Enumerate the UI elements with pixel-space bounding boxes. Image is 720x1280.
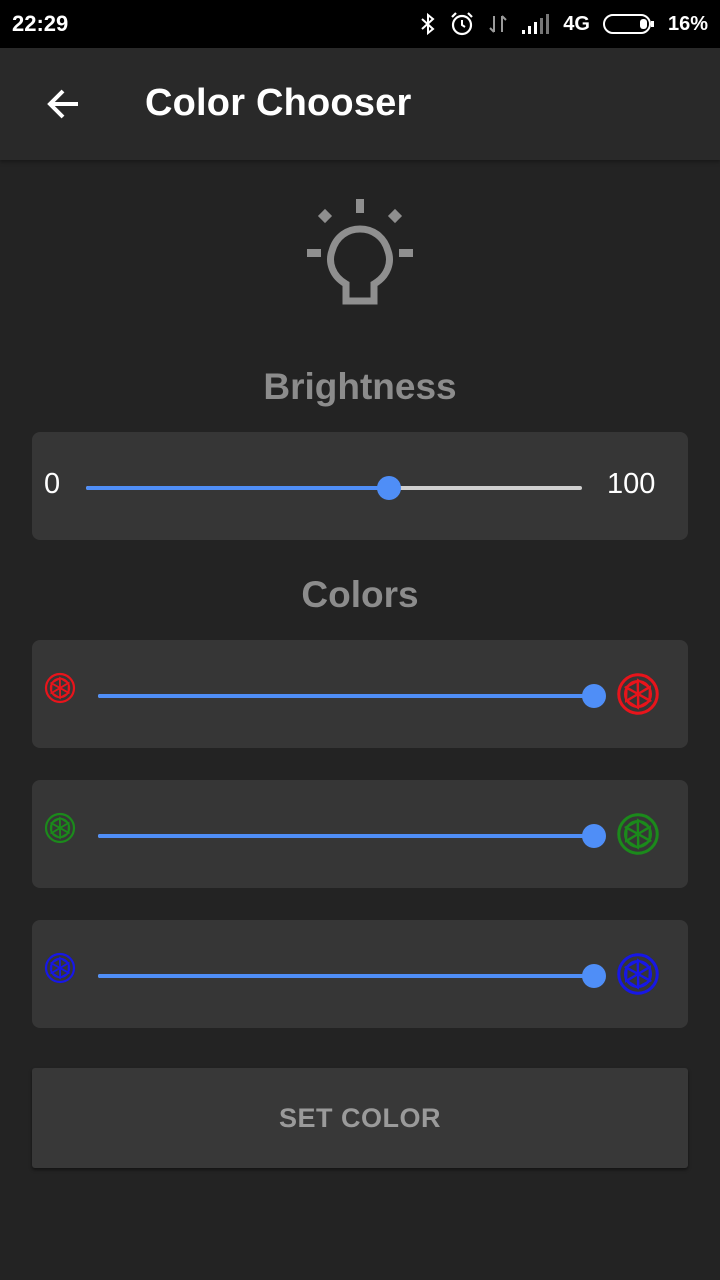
red-slider[interactable] bbox=[98, 684, 606, 708]
brightness-max-label: 100 bbox=[607, 468, 656, 500]
red-slider-thumb[interactable] bbox=[582, 684, 606, 708]
status-bar: 22:29 4G 16% bbox=[0, 0, 720, 48]
blue-slider-fill bbox=[98, 974, 594, 978]
green-slider[interactable] bbox=[98, 824, 606, 848]
status-time: 22:29 bbox=[12, 11, 69, 36]
brightness-slider-thumb[interactable] bbox=[376, 476, 401, 500]
back-button[interactable] bbox=[32, 72, 96, 136]
colors-label: Colors bbox=[301, 574, 419, 615]
status-icons: 4G 16% bbox=[419, 11, 708, 37]
battery-percent: 16% bbox=[667, 12, 708, 35]
blue-slider-card bbox=[32, 920, 688, 1028]
brightness-slider[interactable] bbox=[86, 476, 582, 500]
alarm-icon bbox=[451, 12, 474, 36]
brightness-slider-fill bbox=[86, 486, 389, 490]
green-slider-fill bbox=[98, 834, 594, 838]
set-color-button[interactable]: SET COLOR bbox=[32, 1068, 688, 1168]
page-title: Color Chooser bbox=[145, 82, 412, 124]
brightness-min-label: 0 bbox=[44, 468, 61, 500]
network-type: 4G bbox=[563, 12, 590, 35]
battery-icon bbox=[602, 14, 654, 34]
green-aperture-icon-small bbox=[44, 812, 76, 844]
blue-aperture-icon-small bbox=[44, 952, 76, 984]
blue-slider[interactable] bbox=[98, 964, 606, 988]
green-slider-card bbox=[32, 780, 688, 888]
arrow-left-icon bbox=[47, 89, 78, 119]
brightness-label: Brightness bbox=[263, 366, 457, 407]
green-slider-thumb[interactable] bbox=[582, 824, 606, 848]
blue-slider-thumb[interactable] bbox=[582, 964, 606, 988]
data-transfer-icon bbox=[489, 15, 507, 33]
signal-icon bbox=[522, 14, 550, 34]
app-bar: Color Chooser bbox=[0, 48, 720, 160]
red-aperture-icon-large bbox=[617, 673, 659, 715]
brightness-card: 0 100 bbox=[32, 432, 688, 540]
lightbulb-icon bbox=[307, 199, 413, 305]
red-slider-card bbox=[32, 640, 688, 748]
red-slider-fill bbox=[98, 694, 594, 698]
green-aperture-icon-large bbox=[617, 813, 659, 855]
blue-aperture-icon-large bbox=[617, 953, 659, 995]
bluetooth-icon bbox=[421, 12, 435, 36]
red-aperture-icon-small bbox=[44, 672, 76, 704]
